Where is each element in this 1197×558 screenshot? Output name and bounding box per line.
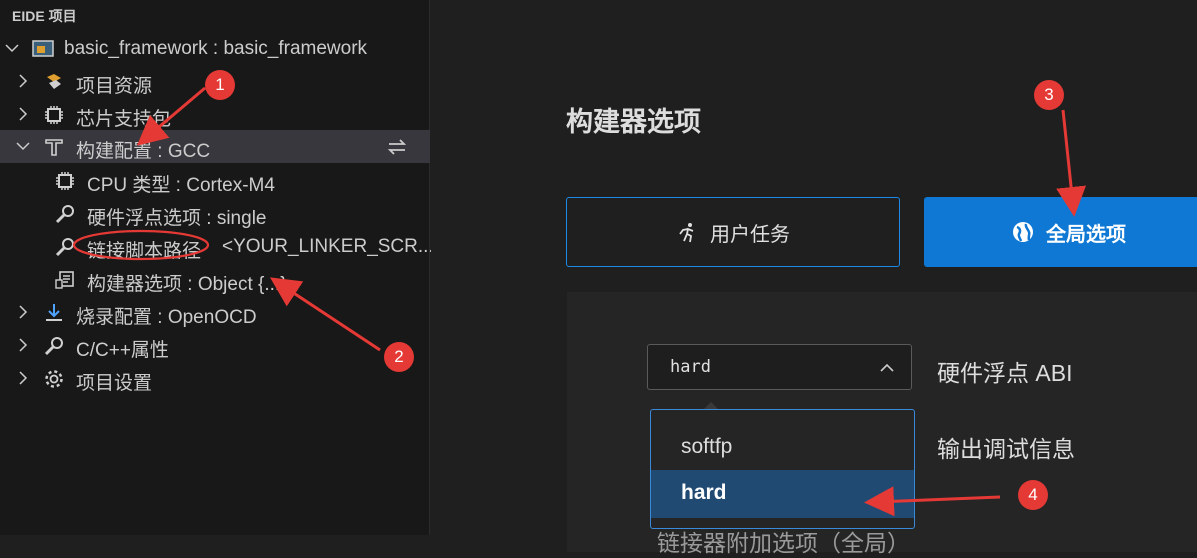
tree-item-label: 硬件浮点选项 : single (87, 208, 267, 229)
tree-item-label: 链接脚本路径 (87, 241, 202, 262)
running-person-icon (679, 223, 694, 243)
tree-item-label: 构建配置 : GCC (76, 141, 211, 162)
annotation-badge-1: 1 (205, 70, 235, 100)
chevron-right-icon[interactable] (15, 106, 31, 122)
wrench-icon (55, 238, 74, 257)
gear-icon (45, 370, 63, 388)
debug-info-label: 输出调试信息 (937, 436, 1075, 462)
chevron-right-icon[interactable] (15, 304, 31, 320)
option-label: softfp (681, 435, 733, 458)
annotation-badge-3: 3 (1034, 80, 1064, 110)
globe-icon (1013, 222, 1033, 242)
download-icon (46, 304, 62, 321)
float-abi-dropdown: softfp hard (650, 409, 915, 529)
tab-label: 用户任务 (710, 223, 790, 246)
tree-item-label: CPU 类型 : Cortex-M4 (87, 175, 275, 196)
float-abi-label: 硬件浮点 ABI (937, 360, 1073, 386)
tree-item-linker-script[interactable]: 链接脚本路径 <YOUR_LINKER_SCR... (0, 230, 434, 263)
tree-item-project-settings[interactable]: 项目设置 (0, 362, 430, 395)
chevron-down-icon[interactable] (15, 138, 31, 154)
project-icon (32, 40, 54, 57)
tree-item-project[interactable]: basic_framework : basic_framework (0, 32, 430, 65)
tree-item-label: 构建器选项 : Object {...} (87, 274, 287, 295)
tree-item-cpu-type[interactable]: CPU 类型 : Cortex-M4 (0, 164, 430, 197)
linker-options-label: 链接器附加选项（全局） (657, 530, 910, 556)
tree-item-label: C/C++属性 (76, 340, 169, 361)
option-hard[interactable]: hard (651, 470, 914, 518)
tree-item-fpu[interactable]: 硬件浮点选项 : single (0, 197, 430, 230)
chevron-right-icon[interactable] (15, 73, 31, 89)
switch-builder-icon[interactable] (386, 137, 408, 157)
tree-item-chip-support[interactable]: 芯片支持包 (0, 98, 430, 131)
tree-item-description: <YOUR_LINKER_SCR... (222, 236, 434, 257)
tab-user-tasks[interactable]: 用户任务 (566, 197, 900, 267)
option-label: hard (681, 481, 727, 504)
wrench-icon (55, 205, 74, 224)
tree-item-cpp-properties[interactable]: C/C++属性 (0, 329, 430, 362)
chevron-right-icon[interactable] (15, 370, 31, 386)
builder-options-icon (55, 271, 74, 289)
chevron-down-icon[interactable] (4, 40, 20, 56)
tree-item-label: 芯片支持包 (76, 109, 172, 130)
tree-item-label: 项目设置 (76, 373, 153, 394)
page-title: 构建器选项 (566, 107, 701, 137)
tab-global-options[interactable]: 全局选项 (924, 197, 1197, 267)
wrench-icon (44, 337, 63, 356)
annotation-badge-4: 4 (1018, 480, 1048, 510)
tree-item-label: 项目资源 (76, 76, 153, 97)
tree-item-label: 烧录配置 : OpenOCD (76, 307, 257, 328)
tree-item-flash-config[interactable]: 烧录配置 : OpenOCD (0, 296, 430, 329)
select-value: hard (670, 357, 711, 377)
tree-item-label: basic_framework : basic_framework (64, 38, 368, 59)
float-abi-select[interactable]: hard (647, 344, 912, 390)
sidebar-header: EIDE 项目 (12, 8, 77, 24)
resource-icon (47, 74, 61, 89)
tree-item-build-config[interactable]: 构建配置 : GCC (0, 130, 430, 163)
chevron-up-icon (880, 363, 894, 372)
chip-icon (45, 106, 63, 124)
annotation-badge-2: 2 (384, 342, 414, 372)
chevron-right-icon[interactable] (15, 337, 31, 353)
cpu-icon (56, 172, 74, 190)
tab-label: 全局选项 (1046, 223, 1126, 246)
build-tool-icon (45, 139, 63, 156)
tree-item-builder-options[interactable]: 构建器选项 : Object {...} (0, 263, 430, 296)
option-softfp[interactable]: softfp (651, 424, 914, 470)
